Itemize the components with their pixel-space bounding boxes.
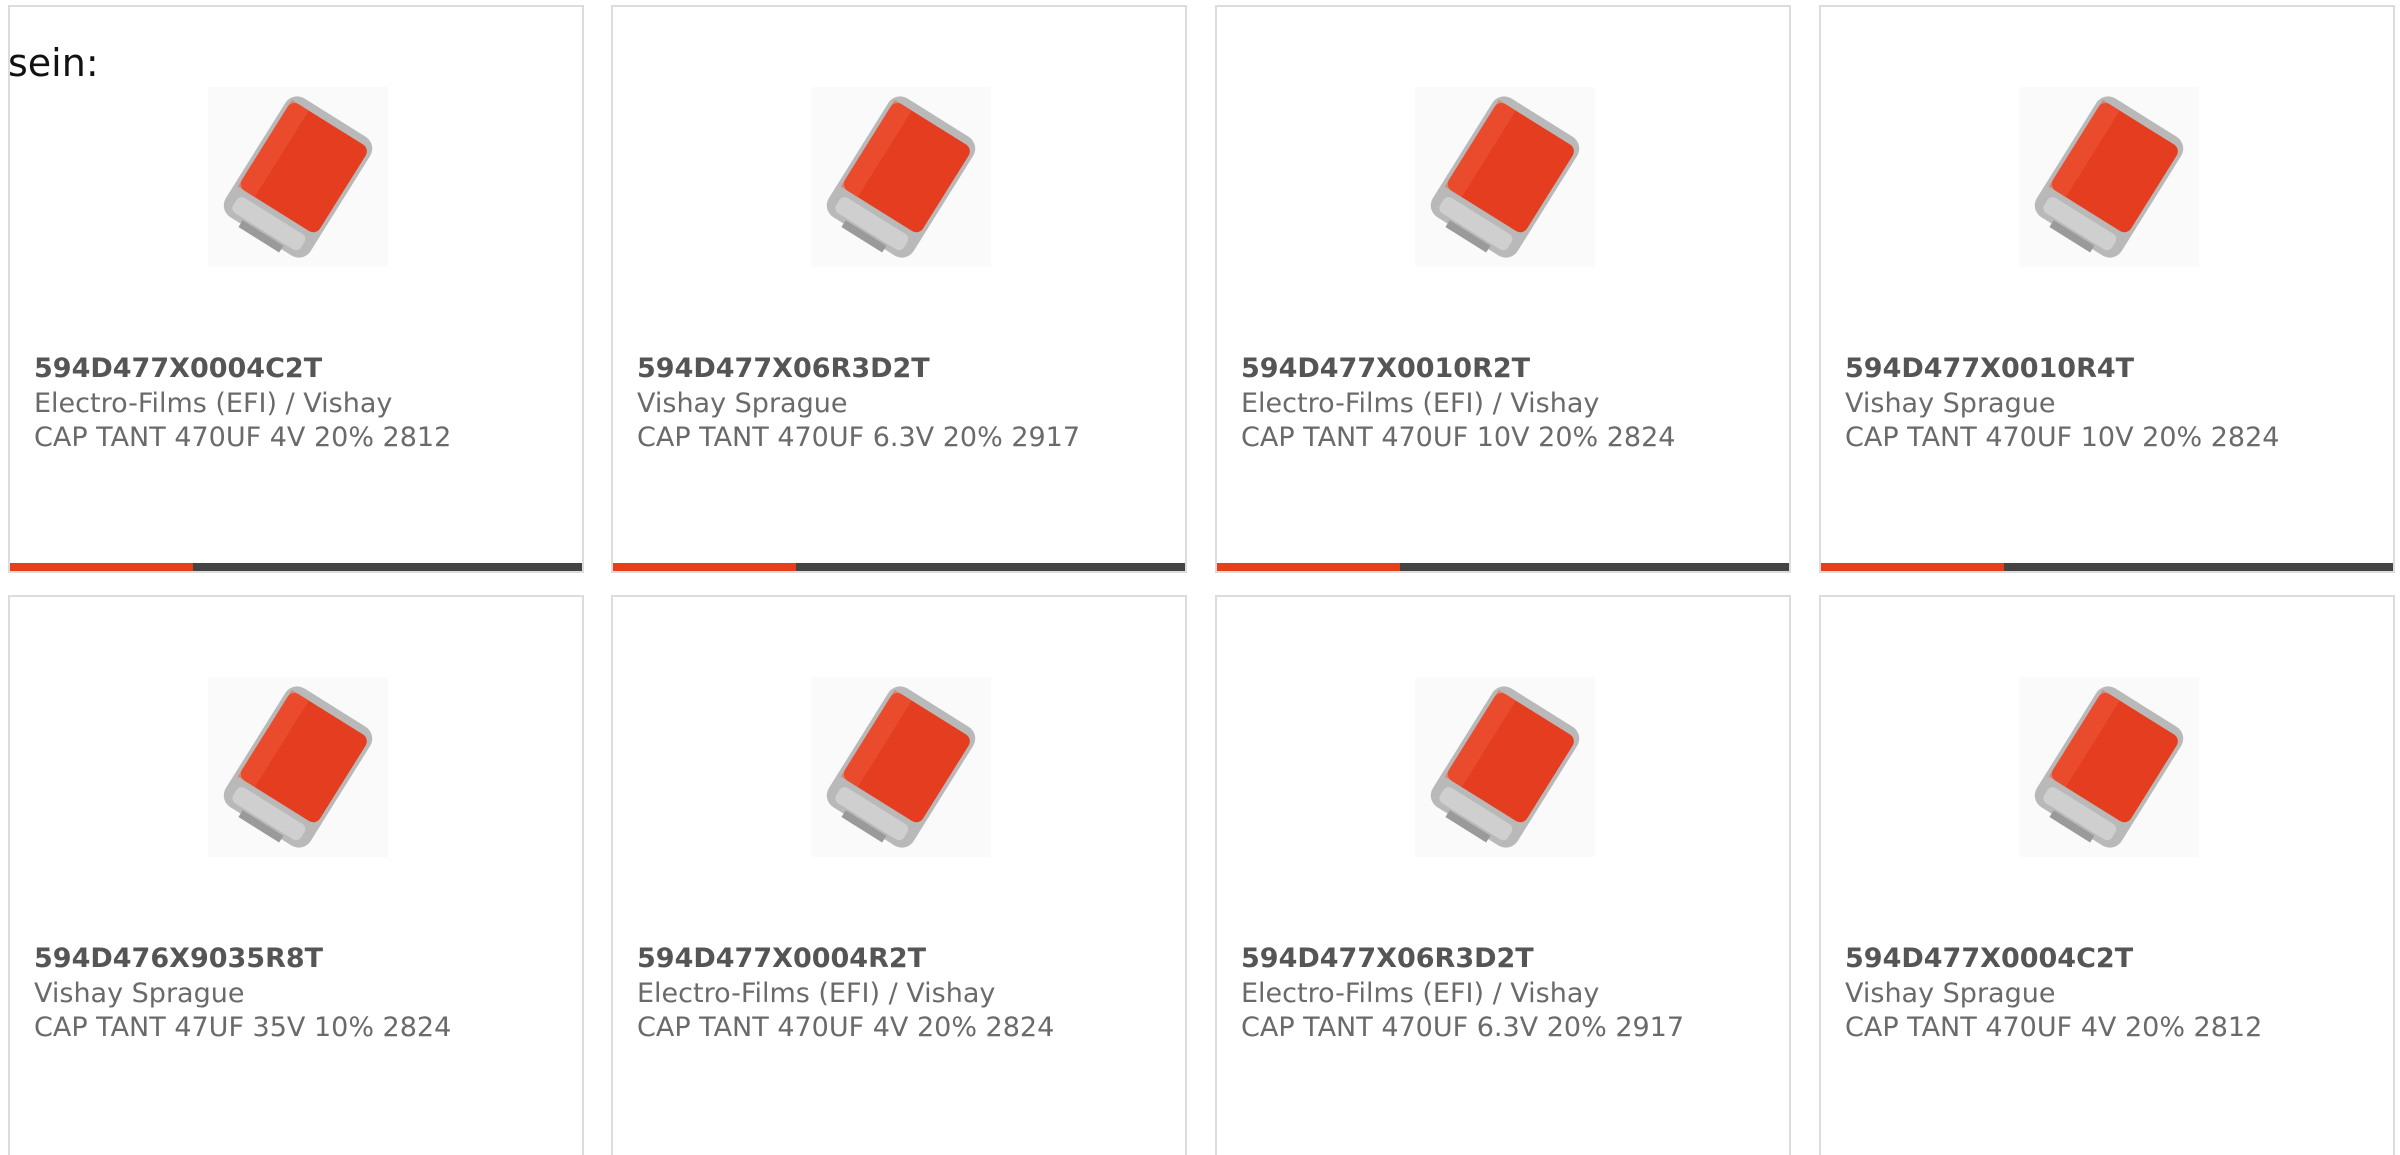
part-number[interactable]: 594D477X0004C2T	[1845, 941, 2133, 977]
product-card[interactable]: 594D476X9035R8T Vishay Sprague CAP TANT …	[8, 595, 584, 1155]
description: CAP TANT 470UF 10V 20% 2824	[1845, 422, 2280, 453]
part-number[interactable]: 594D477X0004C2T	[34, 351, 322, 387]
description: CAP TANT 470UF 4V 20% 2812	[34, 422, 452, 453]
intro-text: sein:	[8, 41, 99, 85]
product-grid-page: sein: 594D477X0004C2T Electro-Films (EFI…	[0, 0, 2400, 1155]
tantalum-capacitor-icon	[1415, 87, 1595, 267]
description: CAP TANT 470UF 6.3V 20% 2917	[1241, 1012, 1685, 1043]
product-card[interactable]: 594D477X06R3D2T Vishay Sprague CAP TANT …	[611, 5, 1187, 573]
product-card[interactable]: 594D477X0004C2T Vishay Sprague CAP TANT …	[1819, 595, 2395, 1155]
manufacturer: Electro-Films (EFI) / Vishay	[34, 388, 393, 419]
part-number[interactable]: 594D477X0010R4T	[1845, 351, 2134, 387]
manufacturer: Vishay Sprague	[1845, 388, 2056, 419]
part-number[interactable]: 594D477X0004R2T	[637, 941, 926, 977]
description: CAP TANT 470UF 10V 20% 2824	[1241, 422, 1676, 453]
progress-bar	[613, 563, 1185, 571]
manufacturer: Vishay Sprague	[637, 388, 848, 419]
product-card[interactable]: 594D477X0004C2T Electro-Films (EFI) / Vi…	[8, 5, 584, 573]
progress-fill	[1821, 563, 2005, 571]
description: CAP TANT 470UF 4V 20% 2824	[637, 1012, 1055, 1043]
manufacturer: Electro-Films (EFI) / Vishay	[1241, 978, 1600, 1009]
progress-fill	[1217, 563, 1401, 571]
progress-bar	[10, 563, 582, 571]
description: CAP TANT 47UF 35V 10% 2824	[34, 1012, 452, 1043]
product-card[interactable]: 594D477X0010R4T Vishay Sprague CAP TANT …	[1819, 5, 2395, 573]
progress-bar	[1217, 563, 1789, 571]
manufacturer: Vishay Sprague	[1845, 978, 2056, 1009]
tantalum-capacitor-icon	[208, 677, 388, 857]
part-number[interactable]: 594D477X06R3D2T	[637, 351, 930, 387]
tantalum-capacitor-icon	[811, 677, 991, 857]
tantalum-capacitor-icon	[811, 87, 991, 267]
manufacturer: Electro-Films (EFI) / Vishay	[1241, 388, 1600, 419]
tantalum-capacitor-icon	[2019, 677, 2199, 857]
product-card[interactable]: 594D477X06R3D2T Electro-Films (EFI) / Vi…	[1215, 595, 1791, 1155]
manufacturer: Electro-Films (EFI) / Vishay	[637, 978, 996, 1009]
tantalum-capacitor-icon	[208, 87, 388, 267]
part-number[interactable]: 594D477X0010R2T	[1241, 351, 1530, 387]
product-card[interactable]: 594D477X0010R2T Electro-Films (EFI) / Vi…	[1215, 5, 1791, 573]
manufacturer: Vishay Sprague	[34, 978, 245, 1009]
progress-bar	[1821, 563, 2393, 571]
tantalum-capacitor-icon	[1415, 677, 1595, 857]
description: CAP TANT 470UF 6.3V 20% 2917	[637, 422, 1081, 453]
progress-fill	[10, 563, 194, 571]
description: CAP TANT 470UF 4V 20% 2812	[1845, 1012, 2263, 1043]
part-number[interactable]: 594D477X06R3D2T	[1241, 941, 1534, 977]
tantalum-capacitor-icon	[2019, 87, 2199, 267]
part-number[interactable]: 594D476X9035R8T	[34, 941, 323, 977]
product-card[interactable]: 594D477X0004R2T Electro-Films (EFI) / Vi…	[611, 595, 1187, 1155]
progress-fill	[613, 563, 797, 571]
